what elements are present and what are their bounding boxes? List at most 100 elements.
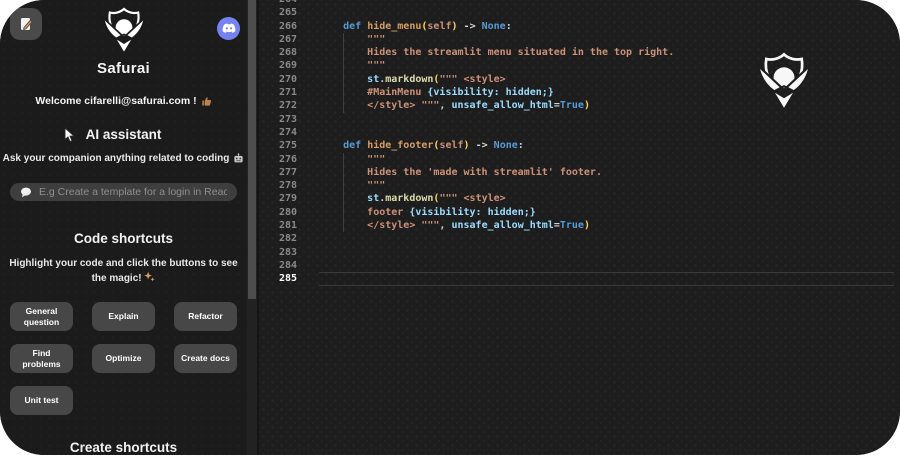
new-chat-button[interactable] (10, 8, 42, 40)
line-number[interactable]: 265 (259, 6, 309, 19)
line-number[interactable]: 277 (259, 166, 309, 179)
line-content[interactable] (319, 232, 900, 245)
token-var: st (367, 193, 379, 204)
code-line[interactable]: 267 """ (259, 33, 900, 46)
create-shortcuts-title: Create shortcuts (70, 440, 177, 455)
general-question-button[interactable]: General question (10, 302, 73, 331)
line-content[interactable]: def hide_footer(self) -> None: (319, 139, 900, 152)
thumbs-up-emoji-icon (201, 96, 212, 107)
code-line[interactable]: 274 (259, 126, 900, 139)
sidebar-scrollbar-thumb[interactable] (248, 0, 256, 299)
line-number[interactable]: 276 (259, 153, 309, 166)
line-content[interactable]: def hide_menu(self) -> None: (319, 20, 900, 33)
code-line[interactable]: 284 (259, 259, 900, 272)
line-content[interactable] (319, 126, 900, 139)
discord-button[interactable] (217, 17, 240, 40)
code-line[interactable]: 269 """ (259, 59, 900, 72)
token-pln: -> (470, 140, 494, 151)
code-line[interactable]: 271 #MainMenu {visibility: hidden;} (259, 86, 900, 99)
line-number[interactable]: 281 (259, 219, 309, 232)
find-problems-button[interactable]: Find problems (10, 344, 73, 373)
welcome-message: Welcome cifarelli@safurai.com ! (35, 95, 211, 107)
line-content[interactable]: """ (319, 179, 900, 192)
line-number[interactable]: 278 (259, 179, 309, 192)
line-content[interactable] (319, 259, 900, 272)
line-number[interactable]: 269 (259, 59, 309, 72)
code-line[interactable]: 281 </style> """, unsafe_allow_html=True… (259, 219, 900, 232)
code-line[interactable]: 279 st.markdown(""" <style> (259, 192, 900, 205)
line-number[interactable]: 267 (259, 33, 309, 46)
token-str: Hides the streamlit menu situated in the… (367, 47, 674, 58)
ai-assistant-title: AI assistant (86, 127, 162, 142)
indent-guide (343, 206, 344, 219)
unit-test-button[interactable]: Unit test (10, 386, 73, 415)
line-number[interactable]: 274 (259, 126, 309, 139)
line-number[interactable]: 272 (259, 99, 309, 112)
code-line[interactable]: 266 def hide_menu(self) -> None: (259, 20, 900, 33)
line-content[interactable]: </style> """, unsafe_allow_html=True) (319, 219, 900, 232)
explain-button[interactable]: Explain (92, 302, 155, 331)
code-line[interactable]: 276 """ (259, 153, 900, 166)
token-kw: None (494, 140, 518, 151)
line-content[interactable] (319, 272, 894, 285)
line-number[interactable]: 279 (259, 192, 309, 205)
code-line[interactable]: 275 def hide_footer(self) -> None: (259, 139, 900, 152)
line-number[interactable]: 266 (259, 20, 309, 33)
robot-emoji-icon (233, 153, 244, 164)
line-content[interactable]: st.markdown(""" <style> (319, 73, 900, 86)
line-content[interactable]: """ (319, 153, 900, 166)
code-line[interactable]: 282 (259, 232, 900, 245)
code-line[interactable]: 280 footer {visibility: hidden;} (259, 206, 900, 219)
indent-guide (343, 73, 344, 86)
line-content[interactable]: """ (319, 59, 900, 72)
code-line[interactable]: 277 Hides the 'made with streamlit' foot… (259, 166, 900, 179)
line-number[interactable]: 284 (259, 259, 309, 272)
line-content[interactable]: """ (319, 33, 900, 46)
line-content[interactable]: Hides the streamlit menu situated in the… (319, 46, 900, 59)
line-content[interactable]: footer {visibility: hidden;} (319, 206, 900, 219)
line-content[interactable]: </style> """, unsafe_allow_html=True) (319, 99, 900, 112)
token-str: """ (367, 34, 385, 45)
create-docs-button[interactable]: Create docs (174, 344, 237, 373)
prompt-placeholder: E.g Create a template for a login in Rea… (39, 186, 227, 198)
line-number[interactable]: 275 (259, 139, 309, 152)
code-line[interactable]: 273 (259, 113, 900, 126)
code-line[interactable]: 283 (259, 246, 900, 259)
indent-guide (343, 179, 344, 192)
line-number[interactable]: 283 (259, 246, 309, 259)
token-var: unsafe_allow_html (451, 100, 553, 111)
line-content[interactable]: #MainMenu {visibility: hidden;} (319, 86, 900, 99)
line-content[interactable]: Hides the 'made with streamlit' footer. (319, 166, 900, 179)
code-editor[interactable]: 264265266 def hide_menu(self) -> None:26… (257, 0, 900, 455)
line-content[interactable] (319, 6, 900, 19)
line-content[interactable] (319, 246, 900, 259)
token-pln: , (439, 220, 451, 231)
indent-guide (343, 86, 344, 99)
code-line[interactable]: 268 Hides the streamlit menu situated in… (259, 46, 900, 59)
code-line[interactable]: 270 st.markdown(""" <style> (259, 73, 900, 86)
line-number[interactable]: 273 (259, 113, 309, 126)
refactor-button[interactable]: Refactor (174, 302, 237, 331)
token-kw: def (343, 140, 361, 151)
line-content[interactable] (319, 113, 900, 126)
token-kw: True (560, 220, 584, 231)
token-var: unsafe_allow_html (451, 220, 553, 231)
code-line[interactable]: 278 """ (259, 179, 900, 192)
token-str: </style> """ (367, 220, 439, 231)
line-content[interactable]: st.markdown(""" <style> (319, 192, 900, 205)
token-pln: , (439, 100, 451, 111)
line-number[interactable]: 270 (259, 73, 309, 86)
ai-prompt-input[interactable]: E.g Create a template for a login in Rea… (10, 183, 237, 201)
token-pln: : (518, 140, 524, 151)
optimize-button[interactable]: Optimize (92, 344, 155, 373)
line-number[interactable]: 271 (259, 86, 309, 99)
code-line[interactable]: 285 (259, 272, 900, 285)
line-number[interactable]: 282 (259, 232, 309, 245)
code-line[interactable]: 272 </style> """, unsafe_allow_html=True… (259, 99, 900, 112)
code-line[interactable]: 265 (259, 6, 900, 19)
sidebar-scrollbar[interactable] (247, 0, 257, 455)
line-number[interactable]: 280 (259, 206, 309, 219)
line-number[interactable]: 268 (259, 46, 309, 59)
code-lines: 264265266 def hide_menu(self) -> None:26… (259, 0, 900, 286)
line-number[interactable]: 285 (259, 272, 309, 285)
